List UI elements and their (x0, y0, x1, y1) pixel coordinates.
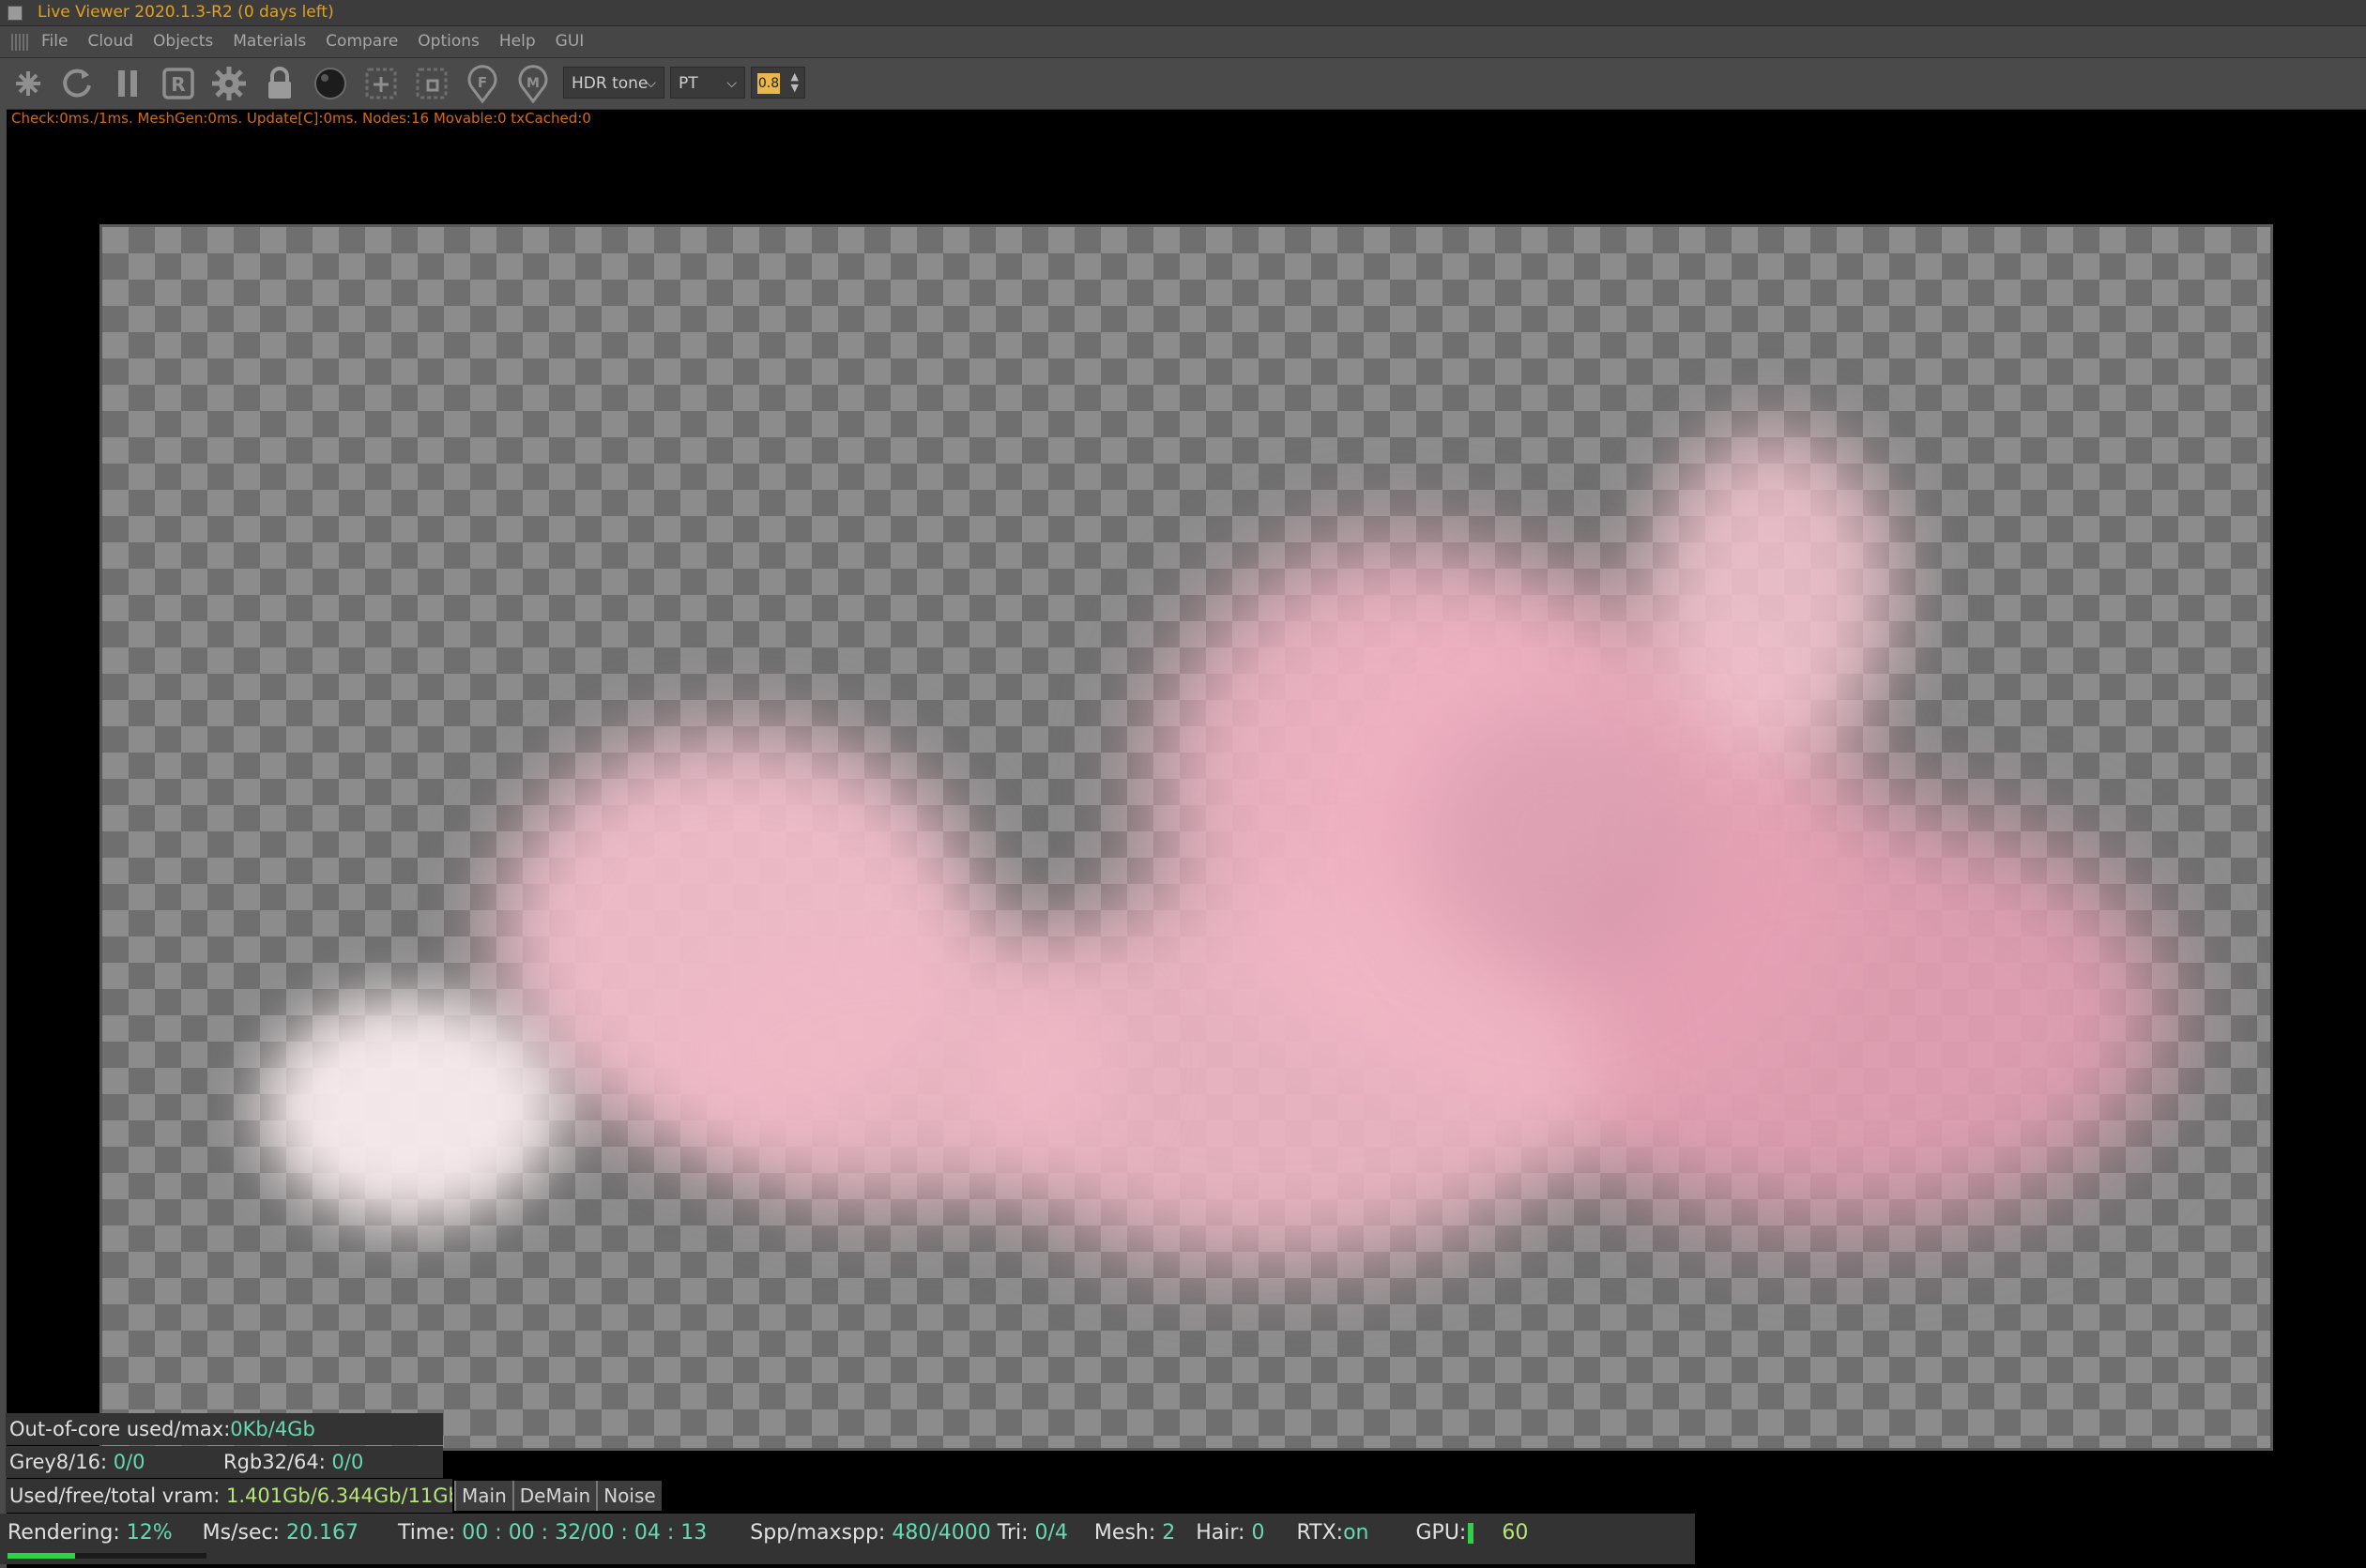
lock-icon[interactable] (259, 64, 300, 103)
send-scene-icon[interactable] (8, 64, 49, 103)
tab-noise[interactable]: Noise (596, 1481, 662, 1511)
menu-help[interactable]: Help (499, 32, 536, 51)
texture-info: Grey8/16: 0/0 Rgb32/64: 0/0 (6, 1446, 443, 1478)
toolbar: R F M HDR tone ⌵ PT ⌵ 0.8 ▲ ▼ (0, 58, 2366, 110)
gpu-label: GPU: (1415, 1521, 1467, 1545)
rendering-label: Rendering: (8, 1521, 120, 1545)
render-progress-fill (8, 1553, 75, 1559)
spp-label: Spp/maxspp: (750, 1521, 886, 1545)
stats-line: Check:0ms./1ms. MeshGen:0ms. Update[C]:0… (11, 110, 591, 127)
chevron-down-icon: ⌵ (646, 76, 656, 91)
chevron-down-icon: ⌵ (726, 76, 737, 91)
mesh-value: 2 (1162, 1521, 1176, 1545)
menu-grip-icon[interactable] (11, 34, 28, 51)
rtx-value: on (1343, 1521, 1369, 1545)
rgb-info: Rgb32/64: 0/0 (223, 1446, 363, 1478)
menu-gui[interactable]: GUI (556, 32, 585, 51)
time-label: Time: (398, 1521, 456, 1545)
title-bar: Live Viewer 2020.1.3-R2 (0 days left) (0, 0, 2366, 26)
material-pick-label: M (527, 76, 540, 91)
status-bar: Rendering: 12% Ms/sec: 20.167 Time: 00 :… (0, 1514, 1695, 1564)
left-border (0, 109, 7, 1568)
cloud-puff (262, 997, 562, 1222)
vram-info: Used/free/total vram: 1.401Gb/6.344Gb/11… (6, 1479, 452, 1513)
spinner-arrows-icon[interactable]: ▲ ▼ (791, 71, 799, 94)
value-input[interactable]: 0.8 ▲ ▼ (751, 67, 805, 99)
tri-value: 0/4 (1034, 1521, 1068, 1545)
region-render-icon[interactable]: R (158, 64, 199, 103)
render-progress-bar (8, 1553, 206, 1559)
ooc-info: Out-of-core used/max:0Kb/4Gb (6, 1413, 443, 1445)
cloud-puff (1416, 696, 1698, 978)
value-input-value: 0.8 (757, 73, 780, 94)
settings-gear-icon[interactable] (208, 64, 250, 103)
tone-select[interactable]: HDR tone ⌵ (563, 67, 664, 99)
menu-objects[interactable]: Objects (153, 32, 213, 51)
ooc-value: 0Kb/4Gb (230, 1418, 315, 1440)
render-viewport[interactable] (99, 224, 2273, 1451)
tab-main[interactable]: Main (454, 1481, 512, 1511)
mssec-value: 20.167 (286, 1521, 359, 1545)
window-menu-icon[interactable] (8, 6, 23, 21)
vram-value: 1.401Gb/6.344Gb/11Gb (225, 1484, 452, 1507)
rgb-label: Rgb32/64: (223, 1451, 326, 1473)
ooc-label: Out-of-core used/max: (9, 1418, 231, 1440)
menu-materials[interactable]: Materials (233, 32, 306, 51)
tone-select-value: HDR tone (572, 74, 649, 93)
grey-label: Grey8/16: (9, 1451, 108, 1473)
material-pick-icon[interactable]: M (512, 64, 554, 103)
menu-bar: File Cloud Objects Materials Compare Opt… (0, 26, 2366, 58)
rgb-value: 0/0 (331, 1451, 364, 1473)
pause-icon[interactable] (107, 64, 148, 103)
spp-value: 480/4000 (892, 1521, 991, 1545)
focus-pick-label: F (478, 74, 487, 91)
material-ball-icon[interactable] (310, 64, 351, 103)
gpu-load-bar (1468, 1523, 1474, 1544)
menu-options[interactable]: Options (418, 32, 480, 51)
cloud-puff (665, 921, 1116, 1203)
kernel-select-value: PT (679, 74, 698, 93)
window-title: Live Viewer 2020.1.3-R2 (0 days left) (38, 3, 334, 22)
restart-icon[interactable] (56, 64, 98, 103)
mssec-label: Ms/sec: (202, 1521, 281, 1545)
vram-label: Used/free/total vram: (9, 1484, 221, 1507)
rendering-value: 12% (126, 1521, 173, 1545)
region-render-label: R (171, 73, 185, 96)
mesh-label: Mesh: (1093, 1521, 1156, 1545)
channel-tabs: Main DeMain Noise (454, 1481, 662, 1511)
hair-value: 0 (1251, 1521, 1265, 1545)
hair-label: Hair: (1196, 1521, 1245, 1545)
menu-compare[interactable]: Compare (326, 32, 398, 51)
cloud-puff (1651, 434, 1895, 753)
focus-pick-icon[interactable]: F (462, 64, 503, 103)
menu-file[interactable]: File (41, 32, 68, 51)
focus-region-icon[interactable] (411, 64, 452, 103)
rtx-label: RTX: (1296, 1521, 1344, 1545)
grey-value: 0/0 (113, 1451, 145, 1473)
menu-cloud[interactable]: Cloud (87, 32, 133, 51)
add-region-icon[interactable] (360, 64, 402, 103)
tri-label: Tri: (997, 1521, 1029, 1545)
gpu-value: 60 (1502, 1521, 1529, 1545)
kernel-select[interactable]: PT ⌵ (670, 67, 745, 99)
tab-demain[interactable]: DeMain (511, 1481, 597, 1511)
time-value: 00 : 00 : 32/00 : 04 : 13 (462, 1521, 708, 1545)
